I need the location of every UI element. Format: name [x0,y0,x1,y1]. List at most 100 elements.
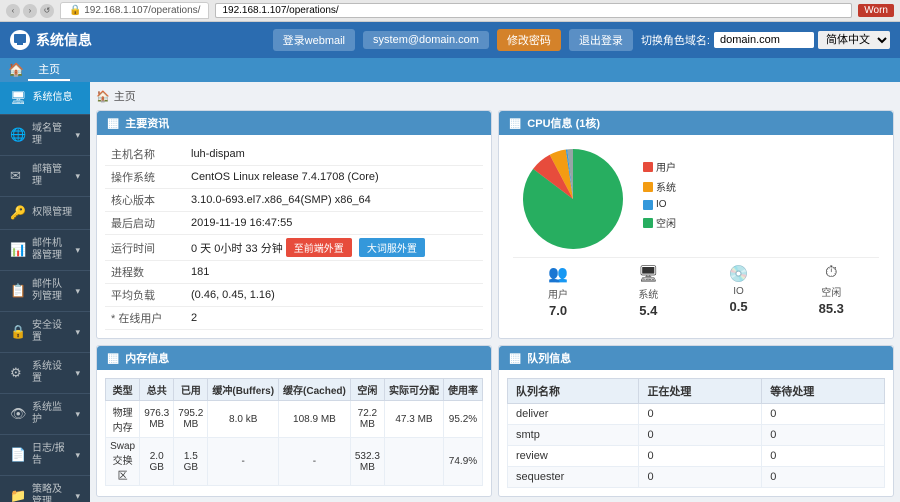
header-right: 登录webmail system@domain.com 修改密码 退出登录 切换… [273,29,890,51]
system-stat-label: 系统 [638,286,658,301]
queue-info-body: 队列名称 正在处理 等待处理 deliver 0 0 [499,370,893,496]
mem-type-1: Swap交换区 [106,438,140,486]
policy-icon: 📁 [10,488,26,502]
arrow-icon-2: ▾ [75,171,80,182]
user-stat-value: 7.0 [549,303,567,318]
q-name-1: smtp [508,425,639,446]
arrow-icon-8: ▾ [75,409,80,420]
io-color [643,200,653,210]
memory-table: 类型 总共 已用 缓冲(Buffers) 缓存(Cached) 空闲 实际可分配… [105,378,483,486]
sidebar-label-3: 权限管理 [32,207,72,219]
sysinfo-icon: 🖥 [10,90,27,106]
col-processing: 正在处理 [639,379,762,404]
cpu-stat-io: 💿 IO 0.5 [729,264,749,318]
queue-header-row: 队列名称 正在处理 等待处理 [508,379,885,404]
address-bar-input[interactable] [215,3,852,18]
language-select[interactable]: 简体中文 [818,31,890,49]
legend-io-label: IO [656,199,667,210]
io-stat-value: 0.5 [730,299,748,314]
queue-card-icon: ▦ [509,350,521,366]
cpu-stat-system: 🖥 系统 5.4 [638,264,658,318]
legend-io: IO [643,199,676,210]
back-btn[interactable]: ‹ [6,4,20,18]
sidebar-item-syssettings[interactable]: ⚙ 系统设置 ▾ [0,353,90,394]
value-uptime: 0 天 0小时 33 分钟 至前端外置 大词服外置 [185,235,483,261]
user-stat-label: 用户 [548,286,568,301]
logout-btn[interactable]: 退出登录 [569,29,633,51]
queue-icon: 📋 [10,283,26,299]
arrow-icon-6: ▾ [75,327,80,338]
sidebar-item-domain[interactable]: 🌐 域名管理 ▾ [0,115,90,156]
io-stat-label: IO [733,286,744,297]
main-layout: 🖥 系统信息 🌐 域名管理 ▾ ✉ 邮箱管理 ▾ 🔑 权限管理 📊 邮件机器管理… [0,82,900,502]
cpu-pie-chart [513,149,633,249]
col-qname: 队列名称 [508,379,639,404]
sidebar-item-logs[interactable]: 📄 日志/报告 ▾ [0,435,90,476]
arrow-icon-9: ▾ [75,450,80,461]
sidebar-item-security[interactable]: 🔒 安全设置 ▾ [0,312,90,353]
cpu-info-card: ▦ CPU信息 (1核) 用户 [498,110,894,339]
mailmgr-icon: 📊 [10,242,26,258]
sidebar-item-policy[interactable]: 📁 策略及管理 ▾ [0,476,90,502]
table-row: 平均负载 (0.46, 0.45, 1.16) [105,284,483,307]
settings-btn[interactable]: 修改密码 [497,29,561,51]
browser-tab[interactable]: 🔒 192.168.1.107/operations/ [60,2,209,19]
table-row: 进程数 181 [105,261,483,284]
col-rate: 使用率 [443,379,482,401]
col-waiting: 等待处理 [762,379,885,404]
sidebar-item-mailbox[interactable]: ✉ 邮箱管理 ▾ [0,156,90,197]
mailbox-icon: ✉ [10,168,26,184]
cpu-chart-container: 用户 系统 IO [507,143,885,324]
domain-input[interactable] [714,32,814,48]
col-free: 空闲 [350,379,384,401]
mem-rate-0: 95.2% [443,401,482,438]
table-row: Swap交换区 2.0 GB 1.5 GB - - 532.3 MB 74.9% [106,438,483,486]
refresh-btn[interactable]: ↺ [40,4,54,18]
login-webmail-btn[interactable]: 登录webmail [273,29,355,51]
q-wait-3: 0 [762,467,885,488]
value-kernel: 3.10.0-693.el7.x86_64(SMP) x86_64 [185,189,483,212]
app-logo: 系统信息 [10,30,92,50]
q-wait-2: 0 [762,446,885,467]
value-procs: 181 [185,261,483,284]
q-wait-1: 0 [762,425,885,446]
arrow-icon-10: ▾ [75,491,80,502]
frontend-btn[interactable]: 至前端外置 [286,238,352,257]
label-os: 操作系统 [105,166,185,189]
idle-stat-icon: ⏱ [825,264,837,282]
value-loadavg: (0.46, 0.45, 1.16) [185,284,483,307]
account-btn[interactable]: system@domain.com [363,31,489,49]
value-hostname: luh-dispam [185,143,483,166]
cpu-stat-user: 👥 用户 7.0 [548,264,568,318]
security-icon: 🔒 [10,324,26,340]
sidebar-item-queue[interactable]: 📋 邮件队列管理 ▾ [0,271,90,312]
tab-security-label: 🔒 [69,5,84,16]
mem-cached-1: - [279,438,351,486]
mem-rate-1: 74.9% [443,438,482,486]
queue-table: 队列名称 正在处理 等待处理 deliver 0 0 [507,378,885,488]
sidebar-item-auth[interactable]: 🔑 权限管理 [0,197,90,230]
tab-home[interactable]: 主页 [28,59,70,81]
logo-icon [10,30,30,50]
card-grid: ▦ 主要资讯 主机名称 luh-dispam 操作系统 CentOS Linux… [96,110,894,497]
legend-idle: 空闲 [643,215,676,230]
q-proc-2: 0 [639,446,762,467]
col-used: 已用 [174,379,208,401]
legend-system: 系统 [643,179,676,194]
q-name-0: deliver [508,404,639,425]
arrow-icon-1: ▾ [75,130,80,141]
user-color [643,162,653,172]
main-info-title: 主要资讯 [125,115,169,131]
sidebar-item-mailmgr[interactable]: 📊 邮件机器管理 ▾ [0,230,90,271]
content-area: 🏠 主页 ▦ 主要资讯 主机名称 luh-dispam [90,82,900,502]
queue-info-card: ▦ 队列信息 队列名称 正在处理 等待处理 [498,345,894,497]
sidebar-item-sysinfo[interactable]: 🖥 系统信息 [0,82,90,115]
sidebar-item-monitor[interactable]: 👁 系统监护 ▾ [0,394,90,435]
legend-idle-label: 空闲 [656,215,676,230]
value-os: CentOS Linux release 7.4.1708 (Core) [185,166,483,189]
cpu-info-header: ▦ CPU信息 (1核) [499,111,893,135]
system-color [643,182,653,192]
forward-btn[interactable]: › [23,4,37,18]
backend-btn[interactable]: 大词服外置 [359,238,425,257]
nav-tab-bar: 🏠 主页 [0,58,900,82]
